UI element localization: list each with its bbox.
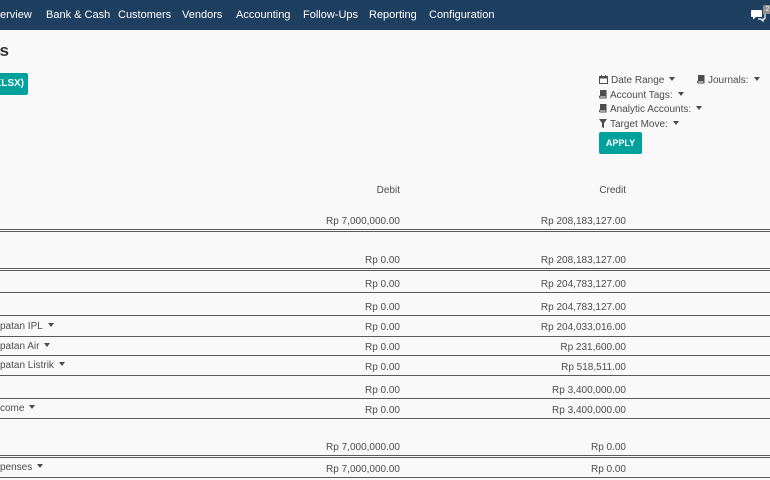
filter-icon	[599, 119, 607, 128]
credit-cell: Rp 208,183,127.00	[540, 216, 626, 227]
chevron-down-icon	[753, 77, 760, 81]
debit-cell: Rp 0.00	[364, 342, 400, 353]
account-air-link[interactable]: patan Air	[0, 341, 51, 352]
filter-journals-label: Journals:	[708, 75, 749, 86]
credit-cell: Rp 518,511.00	[561, 362, 626, 373]
debit-cell: Rp 0.00	[364, 302, 400, 313]
calendar-icon	[599, 75, 608, 84]
debit-cell: Rp 0.00	[364, 362, 400, 373]
credit-cell: Rp 204,783,127.00	[540, 279, 626, 290]
row-label: patan Listrik	[0, 360, 54, 371]
book-icon	[599, 103, 607, 113]
row-divider	[0, 229, 770, 230]
top-navbar: erview Bank & Cash Customers Vendors Acc…	[0, 0, 770, 30]
chevron-down-icon	[677, 92, 684, 96]
filter-analytic-accounts[interactable]: Analytic Accounts:	[599, 103, 703, 115]
book-icon	[697, 74, 705, 84]
nav-customers[interactable]: Customers	[118, 0, 171, 30]
row-divider	[0, 477, 770, 478]
account-ipl-link[interactable]: patan IPL	[0, 321, 54, 332]
nav-bank-cash[interactable]: Bank & Cash	[46, 0, 110, 30]
chevron-down-icon	[47, 323, 54, 327]
debit-cell: Rp 7,000,000.00	[326, 464, 400, 475]
chevron-down-icon	[29, 405, 36, 409]
row-label: come	[0, 403, 25, 414]
filter-account-tags-label: Account Tags:	[610, 90, 673, 101]
debit-column-header: Debit	[376, 185, 400, 196]
row-divider	[0, 355, 770, 356]
debit-cell: Rp 0.00	[364, 405, 400, 416]
chevron-down-icon	[37, 464, 44, 468]
debit-cell: Rp 7,000,000.00	[326, 216, 400, 227]
filter-target-move-label: Target Move:	[610, 119, 668, 130]
nav-accounting[interactable]: Accounting	[236, 0, 290, 30]
row-label: patan Air	[0, 341, 40, 352]
debit-cell: Rp 7,000,000.00	[326, 442, 400, 453]
credit-cell: Rp 0.00	[590, 464, 626, 475]
row-divider	[0, 398, 770, 399]
credit-cell: Rp 3,400,000.00	[552, 405, 626, 416]
filter-account-tags[interactable]: Account Tags:	[599, 89, 684, 101]
chat-badge: 2	[763, 5, 770, 14]
filter-journals[interactable]: Journals:	[697, 74, 760, 86]
row-divider	[0, 418, 770, 419]
apply-button[interactable]: APPLY	[599, 132, 642, 154]
row-divider	[0, 336, 770, 337]
chevron-down-icon	[672, 121, 679, 125]
filter-analytic-accounts-label: Analytic Accounts:	[610, 104, 692, 115]
row-divider	[0, 268, 770, 269]
row-divider	[0, 292, 770, 293]
credit-column-header: Credit	[599, 185, 626, 196]
filter-date-range-label: Date Range	[611, 75, 665, 86]
chevron-down-icon	[58, 362, 65, 366]
account-expenses-link[interactable]: penses	[0, 462, 44, 473]
debit-cell: Rp 0.00	[364, 279, 400, 290]
row-divider	[0, 455, 770, 456]
credit-cell: Rp 204,783,127.00	[540, 302, 626, 313]
nav-reporting[interactable]: Reporting	[369, 0, 417, 30]
nav-overview[interactable]: erview	[0, 0, 32, 30]
book-icon	[599, 89, 607, 99]
page-title: ss	[0, 41, 9, 60]
credit-cell: Rp 208,183,127.00	[540, 255, 626, 266]
row-divider	[0, 375, 770, 376]
debit-cell: Rp 0.00	[364, 322, 400, 333]
credit-cell: Rp 0.00	[590, 442, 626, 453]
debit-cell: Rp 0.00	[364, 385, 400, 396]
debit-cell: Rp 0.00	[364, 255, 400, 266]
nav-follow-ups[interactable]: Follow-Ups	[303, 0, 358, 30]
filter-date-range[interactable]: Date Range	[599, 75, 676, 86]
credit-cell: Rp 3,400,000.00	[552, 385, 626, 396]
chevron-down-icon	[44, 343, 51, 347]
row-label: penses	[0, 462, 33, 473]
row-label: patan IPL	[0, 321, 43, 332]
nav-configuration[interactable]: Configuration	[429, 0, 494, 30]
chevron-down-icon	[696, 106, 703, 110]
chevron-down-icon	[669, 77, 676, 81]
account-income-link[interactable]: come	[0, 403, 36, 414]
nav-vendors[interactable]: Vendors	[182, 0, 222, 30]
export-xlsx-button[interactable]: XLSX)	[0, 73, 28, 95]
filter-target-move[interactable]: Target Move:	[599, 119, 679, 130]
credit-cell: Rp 204,033,016.00	[540, 322, 626, 333]
account-listrik-link[interactable]: patan Listrik	[0, 360, 65, 371]
row-divider	[0, 315, 770, 316]
credit-cell: Rp 231,600.00	[560, 342, 626, 353]
